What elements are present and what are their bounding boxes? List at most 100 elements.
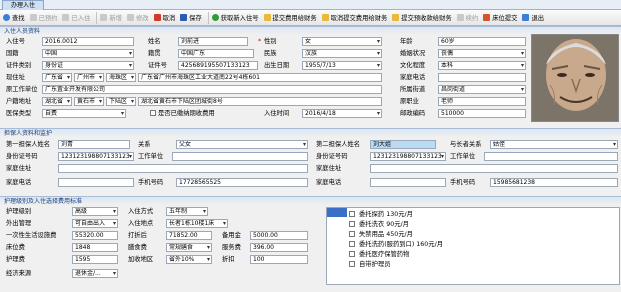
- guardian1-mobile-field[interactable]: 17728565525: [176, 178, 308, 187]
- addr-city-select[interactable]: 广州市: [74, 73, 104, 82]
- submit-bed-button[interactable]: 床位提交: [482, 11, 520, 25]
- origin-field[interactable]: 中国广东: [178, 49, 254, 58]
- extra-select[interactable]: 省外10%: [166, 255, 212, 264]
- zip-field[interactable]: 510000: [438, 109, 526, 118]
- edit-button[interactable]: 修改: [126, 11, 152, 25]
- marital-select[interactable]: 丧偶: [438, 49, 526, 58]
- addr-district-select[interactable]: 海珠区: [106, 73, 136, 82]
- label-discount: 打折后: [128, 232, 147, 239]
- submit-fee-button[interactable]: 提交费用给财务: [263, 11, 320, 25]
- list-item[interactable]: 委托洗药(服药到口) 160元/月: [349, 240, 443, 249]
- hukou-city-select[interactable]: 黄石市: [74, 97, 104, 106]
- required-mark: *: [258, 38, 262, 45]
- refresh-icon: [211, 14, 219, 21]
- guardian2-work-field[interactable]: [484, 152, 618, 161]
- cert-no-field[interactable]: 425689195507133123: [178, 61, 258, 70]
- reserved-button[interactable]: 已预约: [29, 11, 61, 25]
- package-checkbox[interactable]: [349, 251, 355, 257]
- package-checkbox[interactable]: [349, 231, 355, 237]
- guardian1-relation-select[interactable]: 父女: [176, 140, 308, 149]
- reserve-field[interactable]: 5000.00: [250, 231, 308, 240]
- out-select[interactable]: 可自由出入: [72, 219, 118, 228]
- hukou-district-select[interactable]: 下陆区: [106, 97, 136, 106]
- once-fee-field[interactable]: 55320.00: [72, 231, 118, 240]
- section-resident: 入住人员资料: [0, 26, 621, 35]
- cancel-submit-fee-button[interactable]: 取消提交费用给财务: [321, 11, 391, 25]
- birth-date-picker[interactable]: 1955/7/13: [302, 61, 382, 70]
- label-g1-work: 工作单位: [138, 153, 164, 160]
- guardian1-id-field[interactable]: 123123198807133123: [58, 152, 134, 161]
- list-item[interactable]: 自带护理员: [349, 260, 390, 269]
- guardian1-work-field[interactable]: [172, 152, 308, 161]
- label-g2-rel: 与长者关系: [450, 141, 482, 148]
- label-care-level: 护理级别: [6, 208, 32, 215]
- hukou-province-select[interactable]: 湖北省: [42, 97, 72, 106]
- home-phone-field[interactable]: [438, 73, 526, 82]
- rebate-field[interactable]: 100: [250, 255, 308, 264]
- exit-button[interactable]: 退出: [521, 11, 547, 25]
- search-button[interactable]: 查找: [2, 11, 28, 25]
- cancel-button[interactable]: 取消: [153, 11, 179, 25]
- label-med: 医保类型: [6, 110, 32, 117]
- care-type-select[interactable]: 五年制: [166, 207, 208, 216]
- package-checkbox[interactable]: [349, 221, 355, 227]
- edu-select[interactable]: 本科: [438, 61, 526, 70]
- addr-detail-field[interactable]: 广东省广州市海珠区工业大道南22号4栋601: [138, 73, 382, 82]
- work-field[interactable]: 广东置业开发有限公司: [42, 85, 382, 94]
- package-checkbox[interactable]: [349, 211, 355, 217]
- discount-field[interactable]: 71852.00: [166, 231, 212, 240]
- source-select[interactable]: 退休金/...: [72, 269, 118, 278]
- submit-deposit-button[interactable]: 提交预收款给财务: [391, 11, 454, 25]
- guardian1-name-field[interactable]: 刘青: [58, 140, 130, 149]
- guardian2-name-field[interactable]: 刘大姐: [370, 140, 436, 149]
- guardian2-relation-select[interactable]: 姑侄: [490, 140, 618, 149]
- id-no-field[interactable]: 2016.0012: [42, 37, 134, 46]
- search-icon: [3, 14, 10, 21]
- renew-button[interactable]: 续约: [456, 11, 482, 25]
- room-select[interactable]: 长者1栋10楼1床: [166, 219, 228, 228]
- expired-checkbox[interactable]: [150, 110, 156, 116]
- package-checkbox[interactable]: [349, 241, 355, 247]
- care-fee-field[interactable]: 1595: [72, 255, 118, 264]
- label-ethnic: 民族: [264, 50, 277, 57]
- gender-select[interactable]: 女: [302, 37, 382, 46]
- label-job: 原职业: [400, 98, 419, 105]
- label-bed-fee: 床位费: [6, 244, 25, 251]
- job-field[interactable]: 老师: [438, 97, 526, 106]
- list-item[interactable]: 委托探药 130元/月: [349, 210, 413, 219]
- age-field[interactable]: 60岁: [438, 37, 526, 46]
- guardian2-phone-field[interactable]: [370, 178, 446, 187]
- guardian2-id-field[interactable]: 123123198807133123: [370, 152, 446, 161]
- in-date-picker[interactable]: 2016/4/18: [302, 109, 382, 118]
- list-item[interactable]: 委托医疗保管药物: [349, 250, 409, 259]
- list-item[interactable]: 失禁用品 450元/月: [349, 230, 413, 239]
- tab-check-in[interactable]: 办理入住: [2, 0, 45, 10]
- med-select[interactable]: 自费: [42, 109, 126, 118]
- list-item[interactable]: 委托洗衣 90元/月: [349, 220, 409, 229]
- street-select[interactable]: 昌岗街道: [438, 85, 526, 94]
- guardian2-addr-field[interactable]: [370, 164, 618, 173]
- meal-select[interactable]: 常规膳食: [166, 243, 212, 252]
- label-age: 年龄: [400, 38, 413, 45]
- save-button[interactable]: 保存: [179, 11, 205, 25]
- addr-province-select[interactable]: 广东省: [42, 73, 72, 82]
- cancel-icon: [153, 14, 161, 21]
- guardian2-mobile-field[interactable]: 15985681238: [490, 178, 618, 187]
- hukou-detail-field[interactable]: 湖北省黄石市下陆区团城街8号: [138, 97, 382, 106]
- guardian1-phone-field[interactable]: [58, 178, 134, 187]
- nation-select[interactable]: 中国: [42, 49, 134, 58]
- name-field[interactable]: 刘前进: [178, 37, 248, 46]
- new-button[interactable]: 新增: [99, 11, 125, 25]
- get-new-id-button[interactable]: 获取新入住号: [211, 11, 262, 25]
- service-field[interactable]: 396.00: [250, 243, 308, 252]
- cert-type-select[interactable]: 身份证: [42, 61, 134, 70]
- ethnic-select[interactable]: 汉族: [302, 49, 382, 58]
- care-level-select[interactable]: 高级: [72, 207, 118, 216]
- checked-in-button[interactable]: 已入住: [61, 11, 93, 25]
- guardian1-addr-field[interactable]: [58, 164, 308, 173]
- pencil-icon: [126, 14, 134, 21]
- bed-fee-field[interactable]: 1848: [72, 243, 118, 252]
- label-nation: 国籍: [6, 50, 19, 57]
- package-checkbox[interactable]: [349, 261, 355, 267]
- label-out: 外出管理: [6, 220, 32, 227]
